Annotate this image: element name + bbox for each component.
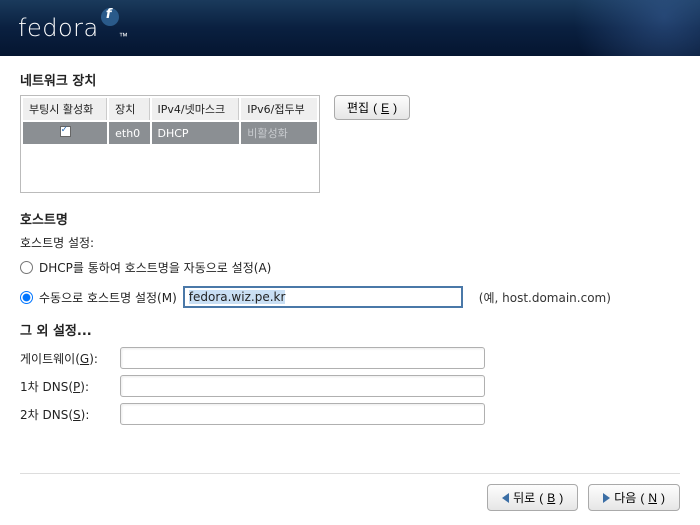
other-settings-title: 그 외 설정...: [20, 320, 680, 339]
dns2-input[interactable]: [120, 403, 485, 425]
logo-tm: ™: [119, 31, 129, 42]
dns1-label: 1차 DNS(P):: [20, 378, 120, 395]
dns2-label: 2차 DNS(S):: [20, 406, 120, 423]
gateway-input[interactable]: [120, 347, 485, 369]
gateway-label: 게이트웨이(G):: [20, 350, 120, 367]
fedora-bubble-icon: [101, 8, 119, 26]
footer-nav: 뒤로(B) 다음(N): [20, 473, 680, 511]
hostname-example: (예, host.domain.com): [479, 289, 611, 306]
logo-text: fedora: [18, 14, 99, 42]
network-devices-title: 네트워크 장치: [20, 70, 680, 89]
checkbox-active-icon[interactable]: [60, 126, 71, 137]
radio-manual-label: 수동으로 호스트명 설정(M): [39, 289, 177, 306]
arrow-right-icon: [603, 493, 610, 503]
fedora-logo: fedora ™: [18, 14, 128, 42]
radio-dhcp-row[interactable]: DHCP를 통하여 호스트명을 자동으로 설정(A): [20, 259, 680, 276]
col-ipv4[interactable]: IPv4/넷마스크: [152, 98, 240, 120]
network-device-table[interactable]: 부팅시 활성화 장치 IPv4/넷마스크 IPv6/접두부 eth0 DHCP …: [20, 95, 320, 193]
header-bar: fedora ™: [0, 0, 700, 56]
radio-manual-row[interactable]: 수동으로 호스트명 설정(M) fedora.wiz.pe.kr (예, hos…: [20, 286, 680, 308]
hostname-input[interactable]: fedora.wiz.pe.kr: [183, 286, 463, 308]
next-button[interactable]: 다음(N): [588, 484, 680, 511]
cell-ipv4: DHCP: [152, 122, 240, 144]
hostname-setting-label: 호스트명 설정:: [20, 234, 680, 251]
radio-dhcp[interactable]: [20, 261, 33, 274]
table-row[interactable]: eth0 DHCP 비활성화: [23, 122, 317, 144]
hostname-title: 호스트명: [20, 209, 680, 228]
col-boot-active[interactable]: 부팅시 활성화: [23, 98, 107, 120]
col-ipv6[interactable]: IPv6/접두부: [241, 98, 317, 120]
cell-device: eth0: [109, 122, 149, 144]
radio-manual[interactable]: [20, 291, 33, 304]
table-empty-area: [23, 146, 317, 190]
arrow-left-icon: [502, 493, 509, 503]
back-button[interactable]: 뒤로(B): [487, 484, 578, 511]
radio-dhcp-label: DHCP를 통하여 호스트명을 자동으로 설정(A): [39, 259, 271, 276]
edit-button[interactable]: 편집(E): [334, 95, 410, 120]
col-device[interactable]: 장치: [109, 98, 149, 120]
dns1-input[interactable]: [120, 375, 485, 397]
cell-ipv6: 비활성화: [241, 122, 317, 144]
